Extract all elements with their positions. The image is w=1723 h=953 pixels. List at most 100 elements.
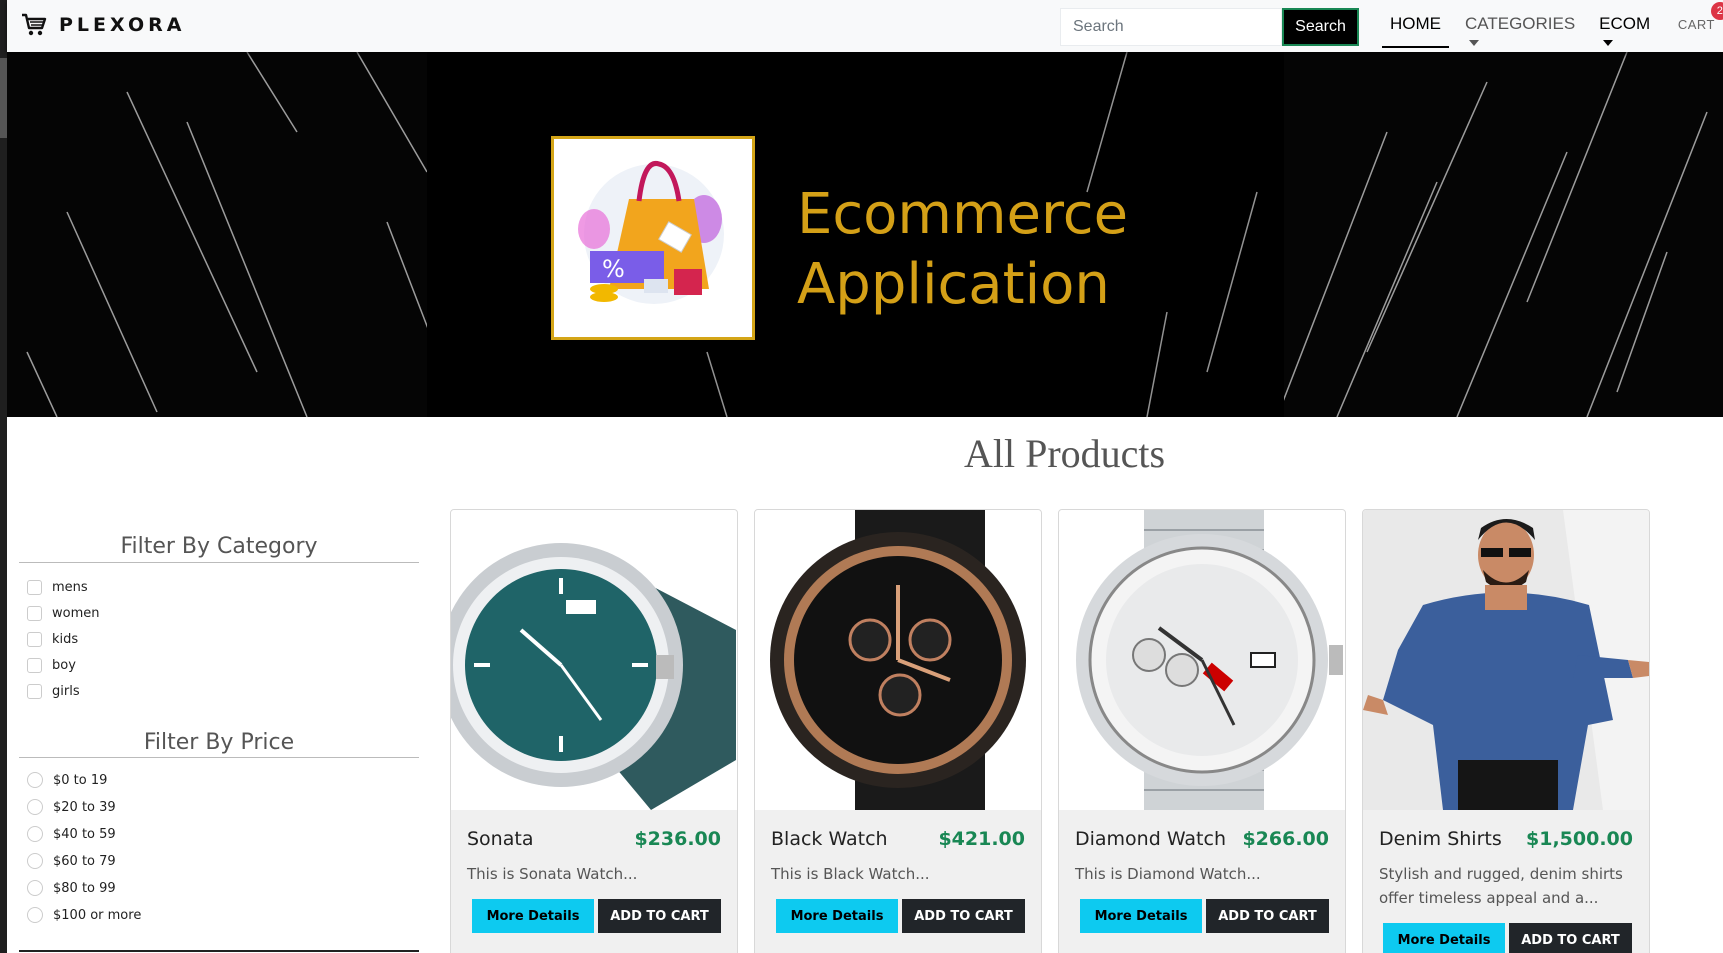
more-details-button[interactable]: More Details	[472, 899, 594, 933]
nav-cart[interactable]: CART 2	[1670, 0, 1723, 48]
filter-category-title: Filter By Category	[120, 534, 318, 559]
chevron-down-icon	[1603, 39, 1614, 46]
filter-price-label: $0 to 19	[53, 772, 108, 788]
filter-category-kids[interactable]: kids	[27, 632, 78, 647]
nav-categories-label: CATEGORIES	[1465, 14, 1576, 33]
filter-category-mens[interactable]: mens	[27, 580, 88, 595]
product-card: Diamond Watch $266.00 This is Diamond Wa…	[1058, 509, 1346, 953]
product-description: This is Diamond Watch...	[1075, 865, 1261, 883]
product-image[interactable]	[451, 510, 737, 810]
window-edge	[0, 0, 7, 953]
filter-price-label: $100 or more	[53, 907, 142, 923]
nav-home[interactable]: HOME	[1382, 0, 1449, 48]
watch-image	[451, 543, 736, 810]
radio-button[interactable]	[27, 799, 43, 815]
cart-icon	[22, 13, 47, 36]
more-details-button[interactable]: More Details	[776, 899, 898, 933]
checkbox[interactable]	[27, 606, 42, 621]
product-image[interactable]	[755, 510, 1041, 810]
product-image[interactable]	[1363, 510, 1649, 810]
product-price: $1,500.00	[1526, 828, 1633, 850]
checkbox[interactable]	[27, 632, 42, 647]
checkbox[interactable]	[27, 580, 42, 595]
filter-category-women[interactable]: women	[27, 606, 100, 621]
filter-price-option[interactable]: $20 to 39	[27, 799, 116, 815]
filter-category-girls[interactable]: girls	[27, 684, 80, 699]
card-actions: More Details ADD TO CART	[472, 899, 721, 933]
filter-price-option[interactable]: $40 to 59	[27, 826, 116, 842]
product-image[interactable]	[1059, 510, 1345, 810]
watch-image	[1076, 510, 1343, 810]
page-title: All Products	[964, 431, 1166, 476]
radio-button[interactable]	[27, 826, 43, 842]
checkbox[interactable]	[27, 658, 42, 673]
cart-count-badge: 2	[1711, 2, 1723, 20]
add-to-cart-button[interactable]: ADD TO CART	[1509, 923, 1632, 953]
product-description: This is Black Watch...	[771, 865, 930, 883]
filter-price-label: $20 to 39	[53, 799, 116, 815]
product-price: $421.00	[938, 828, 1025, 850]
filter-price-option[interactable]: $60 to 79	[27, 853, 116, 869]
filter-category-boy[interactable]: boy	[27, 658, 76, 673]
hero-title-line1: Ecommerce	[797, 182, 1129, 247]
radio-button[interactable]	[27, 907, 43, 923]
add-to-cart-button[interactable]: ADD TO CART	[902, 899, 1025, 933]
product-card: Denim Shirts $1,500.00 Stylish and rugge…	[1362, 509, 1650, 953]
add-to-cart-button[interactable]: ADD TO CART	[598, 899, 721, 933]
nav-home-label: HOME	[1390, 14, 1441, 33]
add-to-cart-button[interactable]: ADD TO CART	[1206, 899, 1329, 933]
more-details-button[interactable]: More Details	[1383, 923, 1505, 953]
product-price: $266.00	[1242, 828, 1329, 850]
divider	[19, 562, 419, 563]
product-name: Diamond Watch	[1075, 828, 1226, 850]
filter-category-label: mens	[52, 580, 88, 595]
shopping-bag-icon: %	[578, 161, 724, 304]
shopping-bag-logo: %	[551, 136, 755, 340]
scroll-thumb[interactable]	[0, 58, 7, 138]
search-form: Search	[1060, 8, 1359, 46]
nav-ecom-dropdown[interactable]: ECOM	[1591, 0, 1666, 48]
nav-cart-label: CART	[1677, 17, 1715, 32]
product-description: Stylish and rugged, denim shirts offer t…	[1379, 865, 1623, 907]
checkbox[interactable]	[27, 684, 42, 699]
divider	[19, 950, 419, 952]
filter-price-option[interactable]: $0 to 19	[27, 772, 107, 788]
radio-button[interactable]	[27, 772, 43, 788]
nav-categories-dropdown[interactable]: CATEGORIES	[1457, 0, 1585, 48]
card-actions: More Details ADD TO CART	[1080, 899, 1329, 933]
card-actions: More Details ADD TO CART	[776, 899, 1025, 933]
filter-price-label: $40 to 59	[53, 826, 116, 842]
hero-title-line2: Application	[797, 252, 1110, 317]
denim-shirt-image	[1363, 510, 1649, 810]
filter-price-label: $80 to 99	[53, 880, 116, 896]
chevron-down-icon	[1469, 39, 1479, 46]
svg-text:%: %	[602, 255, 625, 283]
search-input[interactable]	[1060, 8, 1282, 46]
filter-price-option[interactable]: $100 or more	[27, 907, 141, 923]
filter-category-label: kids	[52, 632, 79, 647]
radio-button[interactable]	[27, 853, 43, 869]
product-name: Black Watch	[771, 828, 888, 850]
hero-title: Ecommerce Application	[797, 180, 1128, 320]
card-actions: More Details ADD TO CART	[1383, 923, 1632, 953]
filter-category-label: boy	[52, 658, 76, 673]
navbar: PLEXORA Search HOME CATEGORIES ECOM CART…	[7, 0, 1723, 52]
product-card: Sonata $236.00 This is Sonata Watch... M…	[450, 509, 738, 953]
hero-banner: % Ecommerce Application	[7, 52, 1723, 417]
nav-ecom-label: ECOM	[1599, 14, 1651, 33]
divider	[19, 757, 419, 758]
nav-links: HOME CATEGORIES ECOM CART 2	[1382, 0, 1723, 52]
search-button[interactable]: Search	[1282, 8, 1359, 46]
filter-category-label: girls	[52, 684, 80, 699]
product-name: Denim Shirts	[1379, 828, 1502, 850]
filter-price-label: $60 to 79	[53, 853, 116, 869]
product-price: $236.00	[634, 828, 721, 850]
radio-button[interactable]	[27, 880, 43, 896]
product-card: Black Watch $421.00 This is Black Watch.…	[754, 509, 1042, 953]
product-description: This is Sonata Watch...	[467, 865, 638, 883]
brand[interactable]: PLEXORA	[21, 12, 185, 38]
more-details-button[interactable]: More Details	[1080, 899, 1202, 933]
filter-price-title: Filter By Price	[143, 730, 295, 755]
watch-image	[770, 510, 1026, 810]
filter-price-option[interactable]: $80 to 99	[27, 880, 116, 896]
